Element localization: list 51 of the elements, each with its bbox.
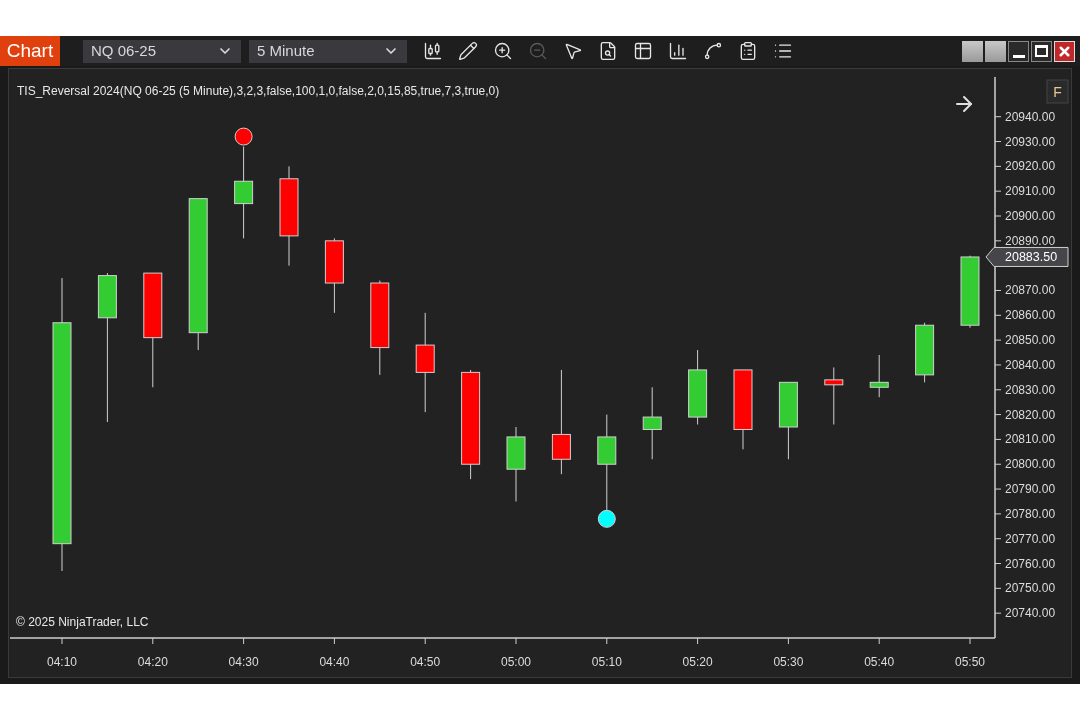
axis-label: 05:50 (955, 655, 985, 669)
candlestick (915, 322, 935, 383)
axis-label: 20830.00 (1005, 382, 1056, 397)
axis-label: 04:40 (319, 655, 350, 669)
window-control[interactable] (985, 40, 1006, 62)
axis-label: 20930.00 (1005, 134, 1056, 149)
axis-label: 20770.00 (1005, 531, 1056, 546)
close-icon (1057, 43, 1072, 59)
axis-label: 20920.00 (1005, 159, 1056, 174)
signal-dot (597, 509, 616, 528)
axis-label: 05:30 (773, 655, 804, 669)
axis-label: 05:20 (682, 655, 713, 669)
axis-label: 20810.00 (1005, 432, 1056, 447)
axis-label: 20900.00 (1005, 209, 1056, 223)
axis-label: 20840.00 (1005, 357, 1056, 372)
axis-label: 20860.00 (1005, 308, 1056, 323)
axis-label: 20760.00 (1005, 556, 1056, 571)
axis-label: 05:00 (501, 655, 531, 669)
close-button[interactable] (1054, 40, 1075, 62)
panel-button[interactable]: F (1046, 79, 1069, 104)
axis-label: 04:30 (228, 655, 259, 669)
axis-label: 20870.00 (1005, 283, 1056, 298)
axis-label: 20790.00 (1005, 482, 1056, 497)
axis-label: 20940.00 (1005, 109, 1056, 124)
price-marker: 20883.50 (985, 246, 1069, 267)
maximize-button[interactable] (1031, 40, 1052, 62)
axis-label: 20740.00 (1005, 606, 1056, 621)
signal-dot (234, 127, 253, 146)
arrow-right-icon[interactable] (956, 96, 972, 112)
axis-label: 20800.00 (1005, 457, 1056, 472)
indicator-label: TIS_Reversal 2024(NQ 06-25 (5 Minute),3,2,3,false,100,1,0,false,2,0,15,85,true,7,3,true,0) (17, 84, 500, 98)
axis-label: 04:10 (47, 655, 77, 669)
axis-label: 04:20 (137, 655, 168, 669)
axis-label: 20750.00 (1005, 581, 1056, 596)
axis-label: 04:50 (410, 655, 441, 669)
minimize-button[interactable] (1008, 40, 1029, 62)
pencil-icon[interactable] (456, 39, 480, 63)
axis-label: 20910.00 (1005, 184, 1056, 199)
axis-label: 20850.00 (1005, 333, 1056, 348)
axis-label: 20820.00 (1005, 407, 1056, 422)
axis-label: 05:10 (591, 655, 622, 669)
candlestick (824, 366, 844, 425)
candlestick (869, 354, 889, 398)
dropdown[interactable]: 5 Minute (249, 39, 407, 63)
window-control[interactable] (962, 40, 983, 62)
axis-label: 20780.00 (1005, 506, 1056, 521)
axis-label: 20890.00 (1005, 233, 1056, 248)
axis-label: 05:40 (864, 655, 895, 669)
copyright-text: © 2025 NinjaTrader, LLC (16, 615, 149, 629)
dropdown[interactable]: NQ 06-25 (83, 39, 241, 63)
app-label: Chart (0, 36, 60, 66)
